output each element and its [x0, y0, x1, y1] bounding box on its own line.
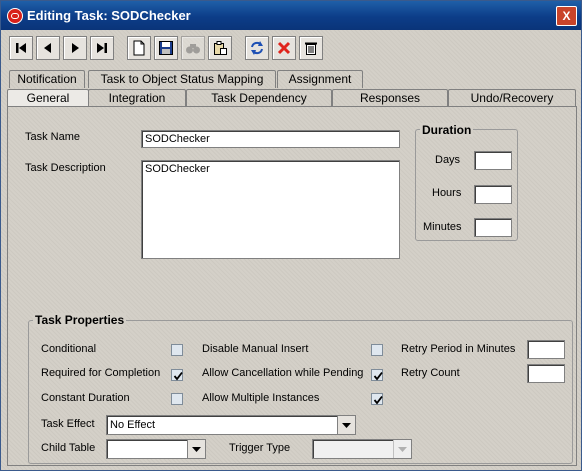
refresh-icon — [251, 41, 263, 55]
chevron-down-icon — [393, 440, 411, 458]
allow-multiple-instances-label: Allow Multiple Instances — [202, 392, 320, 404]
task-effect-label: Task Effect — [41, 418, 95, 430]
tab-responses[interactable]: Responses — [332, 89, 448, 107]
toolbar — [1, 31, 581, 65]
tab-general[interactable]: General — [7, 89, 89, 107]
duration-title: Duration — [420, 123, 474, 137]
retry-period-label: Retry Period in Minutes — [401, 343, 516, 355]
disable-manual-insert-checkbox[interactable] — [371, 344, 383, 356]
task-properties-title: Task Properties — [33, 313, 127, 327]
last-record-button[interactable] — [90, 36, 114, 60]
check-icon — [373, 371, 383, 381]
hours-input[interactable] — [474, 185, 512, 204]
first-icon — [16, 43, 26, 53]
trash-button[interactable] — [299, 36, 323, 60]
task-effect-select[interactable]: No Effect — [106, 415, 356, 435]
trash-icon — [305, 42, 317, 55]
tab-integration[interactable]: Integration — [88, 89, 186, 107]
tab-undo-recovery[interactable]: Undo/Recovery — [448, 89, 576, 107]
task-description-label: Task Description — [25, 162, 106, 174]
first-record-button[interactable] — [9, 36, 33, 60]
oracle-logo-icon — [7, 8, 23, 24]
paste-button[interactable] — [208, 36, 232, 60]
save-button[interactable] — [154, 36, 178, 60]
refresh-button[interactable] — [245, 36, 269, 60]
tab-notification[interactable]: Notification — [9, 70, 85, 88]
close-button[interactable]: X — [556, 6, 577, 26]
new-document-icon — [133, 40, 145, 56]
disable-manual-insert-label: Disable Manual Insert — [202, 343, 309, 355]
find-button[interactable] — [181, 36, 205, 60]
retry-count-label: Retry Count — [401, 367, 460, 379]
delete-button[interactable] — [272, 36, 296, 60]
constant-duration-label: Constant Duration — [41, 392, 130, 404]
delete-icon — [277, 41, 291, 55]
task-description-textarea[interactable]: SODChecker — [141, 160, 400, 259]
previous-record-button[interactable] — [36, 36, 60, 60]
child-table-label: Child Table — [41, 442, 96, 454]
chevron-down-icon[interactable] — [337, 416, 355, 434]
allow-cancellation-checkbox[interactable] — [371, 369, 383, 381]
tab-assignment[interactable]: Assignment — [277, 70, 363, 88]
days-input[interactable] — [474, 151, 512, 170]
last-icon — [97, 43, 107, 53]
allow-cancellation-label: Allow Cancellation while Pending — [202, 367, 364, 379]
trigger-type-select[interactable] — [312, 439, 412, 459]
find-icon — [186, 44, 200, 54]
next-icon — [72, 43, 79, 53]
previous-icon — [44, 43, 51, 53]
task-effect-value: No Effect — [110, 419, 156, 431]
days-label: Days — [435, 154, 461, 166]
save-icon — [159, 41, 173, 55]
title-bar[interactable]: Editing Task: SODChecker X — [1, 1, 581, 30]
new-button[interactable] — [127, 36, 151, 60]
task-name-input[interactable]: SODChecker — [141, 130, 400, 148]
next-record-button[interactable] — [63, 36, 87, 60]
minutes-label: Minutes — [423, 221, 462, 233]
clipboard-icon — [214, 41, 227, 55]
chevron-down-icon[interactable] — [187, 440, 205, 458]
retry-count-input[interactable] — [527, 364, 565, 383]
constant-duration-checkbox[interactable] — [171, 393, 183, 405]
required-for-completion-checkbox[interactable] — [171, 369, 183, 381]
editing-task-window: Editing Task: SODChecker X Notification … — [0, 0, 582, 471]
check-icon — [173, 371, 183, 381]
hours-label: Hours — [432, 187, 462, 199]
tab-task-dependency[interactable]: Task Dependency — [186, 89, 332, 107]
retry-period-input[interactable] — [527, 340, 565, 359]
trigger-type-label: Trigger Type — [229, 442, 291, 454]
allow-multiple-instances-checkbox[interactable] — [371, 393, 383, 405]
child-table-select[interactable] — [106, 439, 206, 459]
minutes-input[interactable] — [474, 218, 512, 237]
conditional-checkbox[interactable] — [171, 344, 183, 356]
check-icon — [373, 395, 383, 405]
task-name-label: Task Name — [25, 131, 81, 143]
conditional-label: Conditional — [41, 343, 97, 355]
window-title: Editing Task: SODChecker — [27, 8, 191, 23]
required-for-completion-label: Required for Completion — [41, 367, 161, 379]
tab-task-to-object-status-mapping[interactable]: Task to Object Status Mapping — [88, 70, 276, 88]
